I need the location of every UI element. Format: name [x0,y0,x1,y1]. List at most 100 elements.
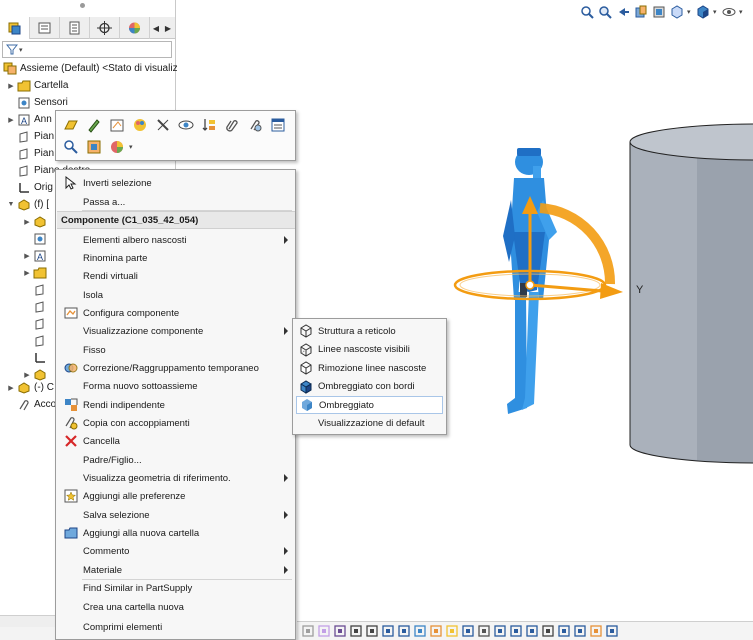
tab-configuration-manager[interactable] [60,17,90,39]
menu-item[interactable]: Copia con accoppiamenti [57,414,295,432]
expand-arrow-icon[interactable]: ▶ [6,82,16,90]
submenu-item[interactable]: Rimozione linee nascoste [296,359,443,377]
selection-filter-icon[interactable] [477,624,491,638]
tree-child-item[interactable]: ▶ [22,264,50,281]
tabs-scroll-left[interactable]: ◀ [150,17,162,39]
menu-item[interactable]: Visualizzazione componente [57,322,295,340]
selection-filter-icon[interactable] [429,624,443,638]
menu-item[interactable]: Salva selezione [57,506,295,524]
expand-arrow-icon[interactable]: ▶ [6,384,16,392]
selection-filter-icon[interactable] [365,624,379,638]
submenu-item[interactable]: Visualizzazione di default [296,415,443,433]
selection-filter-icon[interactable] [333,624,347,638]
collapse-arrow-icon[interactable]: ▼ [6,201,16,208]
menu-item[interactable]: Aggiungi alle preferenze [57,487,295,505]
expand-arrow-icon[interactable]: ▶ [6,116,16,124]
selection-filter-icon[interactable] [397,624,411,638]
selection-filter-icon[interactable] [509,624,523,638]
expand-arrow-icon[interactable]: ▶ [22,252,32,260]
submenu-item[interactable]: Struttura a reticolo [296,322,443,340]
submenu-item[interactable]: Linee nascoste visibili [296,341,443,359]
hide-show-icon[interactable] [152,115,174,135]
appearance-icon[interactable] [129,115,151,135]
menu-item[interactable]: Passa a... [57,193,295,211]
selection-filter-icon[interactable] [589,624,603,638]
visibility-icon[interactable] [175,115,197,135]
menu-item[interactable]: Visualizza geometria di riferimento. [57,469,295,487]
tabs-scroll-right[interactable]: ▶ [162,17,174,39]
tree-child-item[interactable]: ▶ A [22,247,50,264]
tree-child-item[interactable] [22,349,50,366]
tree-child-item[interactable]: ▶ [22,366,50,383]
selection-filter-icon[interactable] [317,624,331,638]
normal-to-icon[interactable] [83,137,105,157]
selection-filter-icon[interactable] [461,624,475,638]
selection-filter-icon[interactable] [381,624,395,638]
tree-item[interactable]: Pian [6,128,54,145]
cylinder-body[interactable] [629,123,753,464]
menu-item[interactable]: Elementi albero nascosti [57,231,295,249]
selection-filter-icon[interactable] [573,624,587,638]
expand-arrow-icon[interactable]: ▶ [22,218,32,226]
edit-part-icon[interactable] [83,115,105,135]
sort-icon[interactable] [198,115,220,135]
tree-child-item[interactable]: ▶ [22,213,50,230]
tree-child-item[interactable] [22,281,50,298]
tree-item[interactable]: ▼ (f) [ [6,196,49,213]
zoom-to-selection-icon[interactable] [60,137,82,157]
menu-item[interactable]: Isola [57,286,295,304]
menu-item[interactable]: Correzione/Raggruppamento temporaneo [57,359,295,377]
submenu-item[interactable]: Ombreggiato [296,396,443,414]
selection-filter-icon[interactable] [541,624,555,638]
menu-item[interactable]: Padre/Figlio... [57,451,295,469]
submenu-item[interactable]: Ombreggiato con bordi [296,378,443,396]
selection-filter-icon[interactable] [557,624,571,638]
selection-filter-icon[interactable] [493,624,507,638]
menu-item[interactable]: Cancella [57,432,295,450]
expand-arrow-icon[interactable]: ▶ [22,371,32,379]
menu-item[interactable]: Materiale [57,561,295,579]
edit-sketch-icon[interactable] [106,115,128,135]
expand-arrow-icon[interactable]: ▶ [22,269,32,277]
properties-icon[interactable] [267,115,289,135]
tree-item[interactable]: Sensori [6,94,68,111]
menu-item[interactable]: Forma nuovo sottoassieme [57,377,295,395]
open-part-icon[interactable] [60,115,82,135]
tree-child-item[interactable] [22,332,50,349]
tab-property-manager[interactable] [30,17,60,39]
tree-item[interactable]: Pian [6,145,54,162]
tree-item[interactable]: Acco [6,396,56,413]
tree-item[interactable]: ▶ A Ann [6,111,52,128]
menu-item[interactable]: Inverti selezione [57,174,295,192]
selection-filter-icon[interactable] [301,624,315,638]
menu-item[interactable]: Find Similar in PartSupply [57,579,295,597]
menu-item[interactable]: Crea una cartella nuova [57,598,295,616]
tree-root[interactable]: Assieme (Default) <Stato di visualizzaz [2,60,193,77]
paperclip-icon[interactable] [221,115,243,135]
tree-child-item[interactable] [22,315,50,332]
mates-icon[interactable] [244,115,266,135]
selection-filter-icon[interactable] [445,624,459,638]
tab-dimxpert[interactable] [90,17,120,39]
menu-item[interactable]: Rendi virtuali [57,267,295,285]
menu-item[interactable]: Rendi indipendente [57,396,295,414]
menu-item[interactable]: Fisso [57,341,295,359]
tree-child-item[interactable] [22,230,50,247]
selection-filter-icon[interactable] [413,624,427,638]
menu-item[interactable]: Rinomina parte [57,249,295,267]
menu-item[interactable]: Configura componente [57,304,295,322]
tree-child-item[interactable] [22,298,50,315]
tree-filter[interactable]: ▾ [2,41,172,58]
menu-item[interactable]: Comprimi elementi [57,618,295,636]
tab-feature-manager[interactable] [0,17,30,39]
menu-item[interactable]: Commento [57,542,295,560]
selection-filter-icon[interactable] [525,624,539,638]
tab-display-manager[interactable] [120,17,150,39]
tree-item[interactable]: ▶ Cartella [6,77,68,94]
color-display-icon[interactable] [106,137,128,157]
selection-filter-icon[interactable] [605,624,619,638]
panel-grip[interactable] [80,3,85,8]
selection-filter-icon[interactable] [349,624,363,638]
tree-item[interactable]: Orig [6,179,53,196]
menu-item[interactable]: Aggiungi alla nuova cartella [57,524,295,542]
